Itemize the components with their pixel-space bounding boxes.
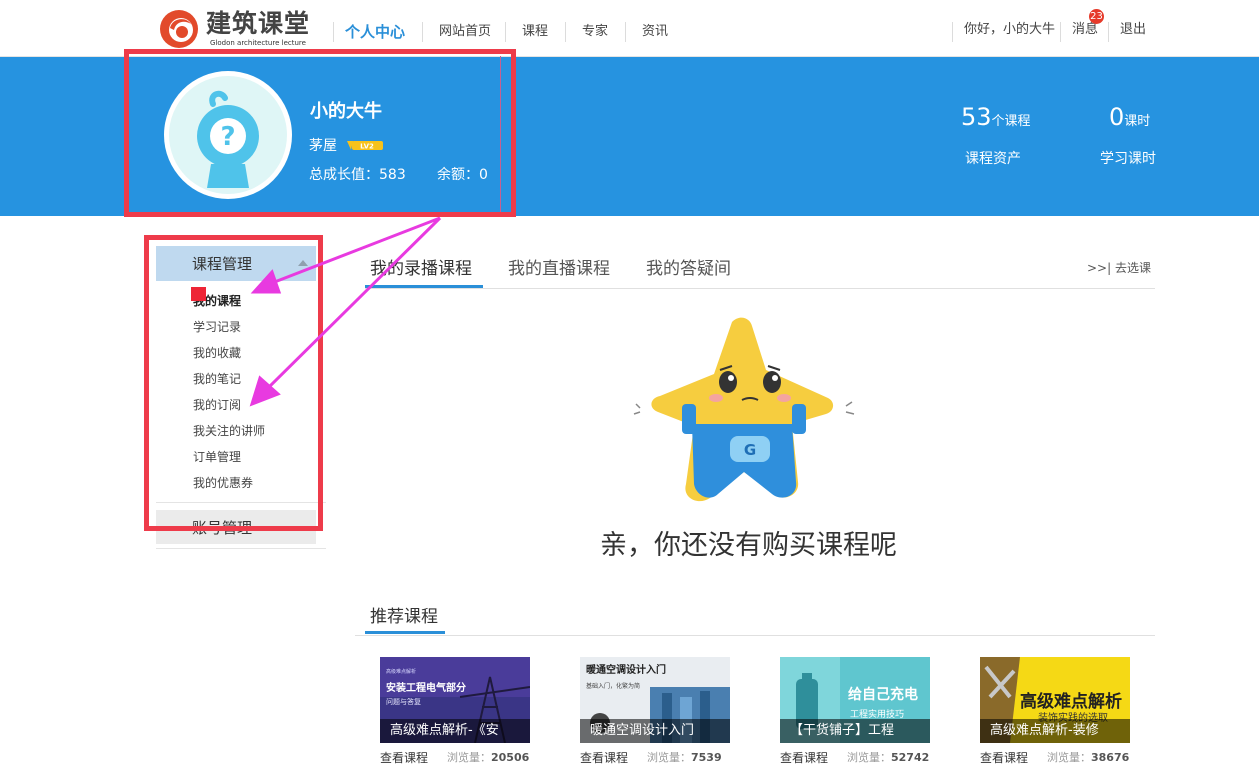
course-count[interactable]: 53个课程 xyxy=(961,103,1031,136)
nav-divider xyxy=(565,22,566,42)
empty-state-message: 亲，你还没有购买课程呢 xyxy=(600,530,897,561)
course-count-number: 53 xyxy=(961,103,992,131)
course-caption: 暖通空调设计入门 xyxy=(590,723,695,738)
course-card[interactable]: 暖通空调设计入门 基础入门，化繁为简 暖通空调设计入门 查看课程 浏览量：753… xyxy=(580,657,730,765)
course-thumbnail[interactable]: 暖通空调设计入门 基础入门，化繁为简 暖通空调设计入门 xyxy=(580,657,730,743)
annotation-box-sidebar xyxy=(144,235,323,531)
view-course-link[interactable]: 查看课程 xyxy=(980,751,1028,765)
view-course-link[interactable]: 查看课程 xyxy=(580,751,628,765)
nav-divider xyxy=(625,22,626,42)
svg-text:高级难点解析: 高级难点解析 xyxy=(1020,691,1122,712)
course-card[interactable]: 给自己充电 工程实用技巧 【干货铺子】工程 查看课程 浏览量：52742 xyxy=(780,657,930,765)
nav-experts[interactable]: 专家 xyxy=(582,24,608,40)
svg-text:给自己充电: 给自己充电 xyxy=(848,686,918,703)
recommend-title: 推荐课程 xyxy=(370,607,438,627)
svg-text:安装工程电气部分: 安装工程电气部分 xyxy=(386,681,466,694)
annotation-marker xyxy=(191,287,206,301)
svg-text:基础入门，化繁为简: 基础入门，化繁为简 xyxy=(586,682,640,690)
go-select-course-link[interactable]: >>| 去选课 xyxy=(1087,261,1151,276)
view-course-link[interactable]: 查看课程 xyxy=(380,751,428,765)
study-hours[interactable]: 0课时 xyxy=(1109,103,1150,136)
message-count-badge: 23 xyxy=(1089,9,1104,24)
annotation-guide-line xyxy=(500,56,501,212)
annotation-box-profile xyxy=(124,49,516,217)
recommend-title-underline xyxy=(365,631,445,634)
logout-link[interactable]: 退出 xyxy=(1120,22,1146,38)
nav-divider xyxy=(952,22,953,42)
tab-recorded-courses[interactable]: 我的录播课程 xyxy=(370,259,472,279)
nav-courses[interactable]: 课程 xyxy=(522,24,548,40)
nav-news[interactable]: 资讯 xyxy=(642,24,668,40)
course-caption-bar: 高级难点解析-装修 xyxy=(980,719,1130,743)
recommend-divider xyxy=(355,635,1155,636)
svg-text:暖通空调设计入门: 暖通空调设计入门 xyxy=(586,663,666,676)
study-hours-number: 0 xyxy=(1109,103,1125,131)
course-thumbnail[interactable]: 给自己充电 工程实用技巧 【干货铺子】工程 xyxy=(780,657,930,743)
nav-divider xyxy=(1108,22,1109,42)
course-count-unit: 个课程 xyxy=(991,114,1031,129)
logo-subtext: Glodon architecture lecture xyxy=(210,39,306,47)
course-thumbnail[interactable]: 高级难点解析 安装工程电气部分 问题与答复 高级难点解析-《安 xyxy=(380,657,530,743)
svg-text:G: G xyxy=(744,441,756,459)
view-count: 浏览量：20506 xyxy=(447,751,530,764)
star-mascot-illustration: G xyxy=(633,317,855,502)
study-hours-caption: 学习课时 xyxy=(1100,151,1156,167)
course-caption: 高级难点解析-《安 xyxy=(390,723,499,738)
site-logo[interactable]: 建筑课堂 Glodon architecture lecture xyxy=(158,8,318,50)
tab-live-courses[interactable]: 我的直播课程 xyxy=(508,259,610,279)
nav-divider xyxy=(505,22,506,42)
course-thumbnail[interactable]: 高级难点解析 装饰实践的选取 高级难点解析-装修 xyxy=(980,657,1130,743)
course-card[interactable]: 高级难点解析 安装工程电气部分 问题与答复 高级难点解析-《安 查看课程 浏览量… xyxy=(380,657,530,765)
nav-home[interactable]: 网站首页 xyxy=(439,24,491,40)
svg-text:问题与答复: 问题与答复 xyxy=(386,697,421,706)
greeting-text: 你好，小的大牛 xyxy=(964,22,1056,37)
nav-divider xyxy=(1060,22,1061,42)
view-count: 浏览量：38676 xyxy=(1047,751,1130,764)
view-count: 浏览量：7539 xyxy=(647,751,722,764)
view-count: 浏览量：52742 xyxy=(847,751,930,764)
tabs-divider xyxy=(365,288,1155,289)
course-caption: 【干货铺子】工程 xyxy=(790,723,895,738)
logo-swirl-icon xyxy=(160,10,198,48)
course-caption: 高级难点解析-装修 xyxy=(990,723,1099,738)
tab-qa-room[interactable]: 我的答疑间 xyxy=(646,259,731,279)
course-assets-caption: 课程资产 xyxy=(965,151,1021,167)
logo-text: 建筑课堂 xyxy=(206,9,311,38)
nav-divider xyxy=(333,22,334,42)
svg-text:高级难点解析: 高级难点解析 xyxy=(386,668,416,675)
view-course-link[interactable]: 查看课程 xyxy=(780,751,828,765)
nav-divider xyxy=(422,22,423,42)
study-hours-unit: 课时 xyxy=(1124,114,1151,129)
course-card[interactable]: 高级难点解析 装饰实践的选取 高级难点解析-装修 查看课程 浏览量：38676 xyxy=(980,657,1130,765)
nav-personal-center[interactable]: 个人中心 xyxy=(345,24,405,40)
course-caption-bar: 高级难点解析-《安 xyxy=(380,719,530,743)
course-caption-bar: 暖通空调设计入门 xyxy=(580,719,730,743)
course-caption-bar: 【干货铺子】工程 xyxy=(780,719,930,743)
messages-link[interactable]: 消息 xyxy=(1072,22,1098,38)
sidebar-divider xyxy=(156,548,326,549)
